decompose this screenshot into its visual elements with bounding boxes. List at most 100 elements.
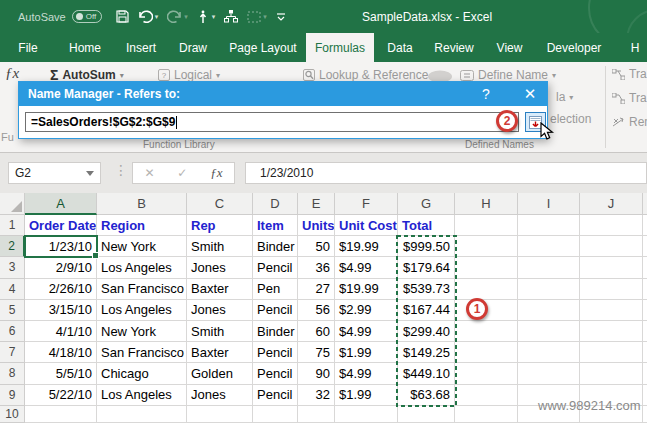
cell-J7[interactable]: [580, 342, 643, 363]
column-header-A[interactable]: A: [25, 193, 97, 215]
logical-button[interactable]: ? Logical ▾: [158, 68, 220, 82]
cell-H3[interactable]: [455, 257, 518, 278]
cell-A9[interactable]: 5/22/10: [25, 385, 97, 406]
tab-draw[interactable]: Draw: [168, 33, 218, 62]
cell-C4[interactable]: Baxter: [187, 279, 253, 300]
autosave-toggle[interactable]: Off: [72, 10, 102, 23]
formula-input[interactable]: 1/23/2010: [245, 162, 647, 184]
redo-button[interactable]: ▾: [167, 10, 188, 23]
cell-E4[interactable]: 27: [298, 279, 335, 300]
cell-A5[interactable]: 3/15/10: [25, 300, 97, 321]
cell-C9[interactable]: Jones: [187, 385, 253, 406]
cell-A4[interactable]: 2/26/10: [25, 279, 97, 300]
column-header-I[interactable]: I: [518, 193, 580, 215]
insert-function-icon[interactable]: ƒx: [5, 65, 19, 82]
undo-button[interactable]: ▾: [138, 10, 159, 23]
cell-D5[interactable]: Pencil: [253, 300, 298, 321]
cell-H7[interactable]: [455, 342, 518, 363]
row-header-8[interactable]: 8: [0, 363, 25, 384]
cell-E9[interactable]: 32: [298, 385, 335, 406]
cell-B8[interactable]: Chicago: [97, 363, 187, 384]
cell-A10[interactable]: [25, 406, 97, 423]
cell-D4[interactable]: Pen: [253, 279, 298, 300]
row-header-5[interactable]: 5: [0, 300, 25, 321]
cell-F3[interactable]: $4.99: [335, 257, 398, 278]
cell-J4[interactable]: [580, 279, 643, 300]
cell-E7[interactable]: 75: [298, 342, 335, 363]
cell-H8[interactable]: [455, 363, 518, 384]
cell-C8[interactable]: Golden: [187, 363, 253, 384]
create-from-selection-cut[interactable]: election: [550, 112, 591, 126]
cell-F1[interactable]: Unit Cost: [335, 215, 398, 236]
tab-page-layout[interactable]: Page Layout: [219, 33, 307, 62]
cell-A1[interactable]: Order Date: [25, 215, 97, 236]
cell-D6[interactable]: Binder: [253, 321, 298, 342]
cell-H9[interactable]: [455, 385, 518, 406]
name-box[interactable]: G2: [8, 162, 101, 184]
cell-F7[interactable]: $1.99: [335, 342, 398, 363]
org-chart-icon[interactable]: [224, 10, 238, 23]
formula-bar-splitter[interactable]: ⋮: [114, 162, 128, 178]
cell-C1[interactable]: Rep: [187, 215, 253, 236]
tab-home[interactable]: Home: [56, 33, 114, 62]
cell-F6[interactable]: $4.99: [335, 321, 398, 342]
customize-qat-icon[interactable]: [276, 12, 286, 22]
cell-H6[interactable]: [455, 321, 518, 342]
column-header-F[interactable]: F: [335, 193, 398, 215]
cell-B7[interactable]: San Francisco: [97, 342, 187, 363]
cell-D1[interactable]: Item: [253, 215, 298, 236]
cell-C2[interactable]: Smith: [187, 236, 253, 257]
name-box-dropdown-icon[interactable]: [86, 171, 94, 176]
cell-B3[interactable]: Los Angeles: [97, 257, 187, 278]
define-name-button[interactable]: Define Name ▾: [460, 68, 556, 82]
cell-E10[interactable]: [298, 406, 335, 423]
cell-G10[interactable]: [398, 406, 455, 423]
cell-D9[interactable]: Pencil: [253, 385, 298, 406]
tab-review[interactable]: Review: [425, 33, 483, 62]
cell-F4[interactable]: $19.99: [335, 279, 398, 300]
cell-H1[interactable]: [455, 215, 518, 236]
cell-F10[interactable]: [335, 406, 398, 423]
cell-I8[interactable]: [518, 363, 580, 384]
column-header-D[interactable]: D: [253, 193, 298, 215]
cell-A6[interactable]: 4/1/10: [25, 321, 97, 342]
marquee-icon[interactable]: ▾: [247, 11, 267, 23]
cell-D7[interactable]: Pencil: [253, 342, 298, 363]
cell-E5[interactable]: 56: [298, 300, 335, 321]
cell-B2[interactable]: New York: [97, 236, 187, 257]
insert-function-fx-icon[interactable]: ƒx: [210, 165, 222, 181]
cell-H2[interactable]: [455, 236, 518, 257]
column-header-E[interactable]: E: [298, 193, 335, 215]
cell-J8[interactable]: [580, 363, 643, 384]
cell-F2[interactable]: $19.99: [335, 236, 398, 257]
cell-F5[interactable]: $2.99: [335, 300, 398, 321]
column-header-H[interactable]: H: [455, 193, 518, 215]
column-header-G[interactable]: G: [398, 193, 455, 215]
row-header-6[interactable]: 6: [0, 321, 25, 342]
cell-C10[interactable]: [187, 406, 253, 423]
row-header-3[interactable]: 3: [0, 257, 25, 278]
select-all-corner[interactable]: [0, 193, 25, 215]
tab-view[interactable]: View: [483, 33, 536, 62]
cancel-icon[interactable]: ✕: [144, 166, 154, 180]
cell-D3[interactable]: Pencil: [253, 257, 298, 278]
cell-I5[interactable]: [518, 300, 580, 321]
cell-I7[interactable]: [518, 342, 580, 363]
tab-data[interactable]: Data: [374, 33, 426, 62]
row-header-9[interactable]: 9: [0, 385, 25, 406]
cell-C3[interactable]: Jones: [187, 257, 253, 278]
cell-B4[interactable]: San Francisco: [97, 279, 187, 300]
cell-F8[interactable]: $4.99: [335, 363, 398, 384]
cell-D8[interactable]: Pencil: [253, 363, 298, 384]
cell-J3[interactable]: [580, 257, 643, 278]
cell-F9[interactable]: $1.99: [335, 385, 398, 406]
tab-developer[interactable]: Developer: [535, 33, 613, 62]
row-header-10[interactable]: 10: [0, 406, 25, 423]
tab-file[interactable]: File: [8, 33, 48, 62]
cell-C6[interactable]: Smith: [187, 321, 253, 342]
cell-C7[interactable]: Baxter: [187, 342, 253, 363]
cell-J2[interactable]: [580, 236, 643, 257]
cell-B10[interactable]: [97, 406, 187, 423]
cell-I6[interactable]: [518, 321, 580, 342]
use-in-formula-cut[interactable]: la ▾: [556, 90, 573, 104]
